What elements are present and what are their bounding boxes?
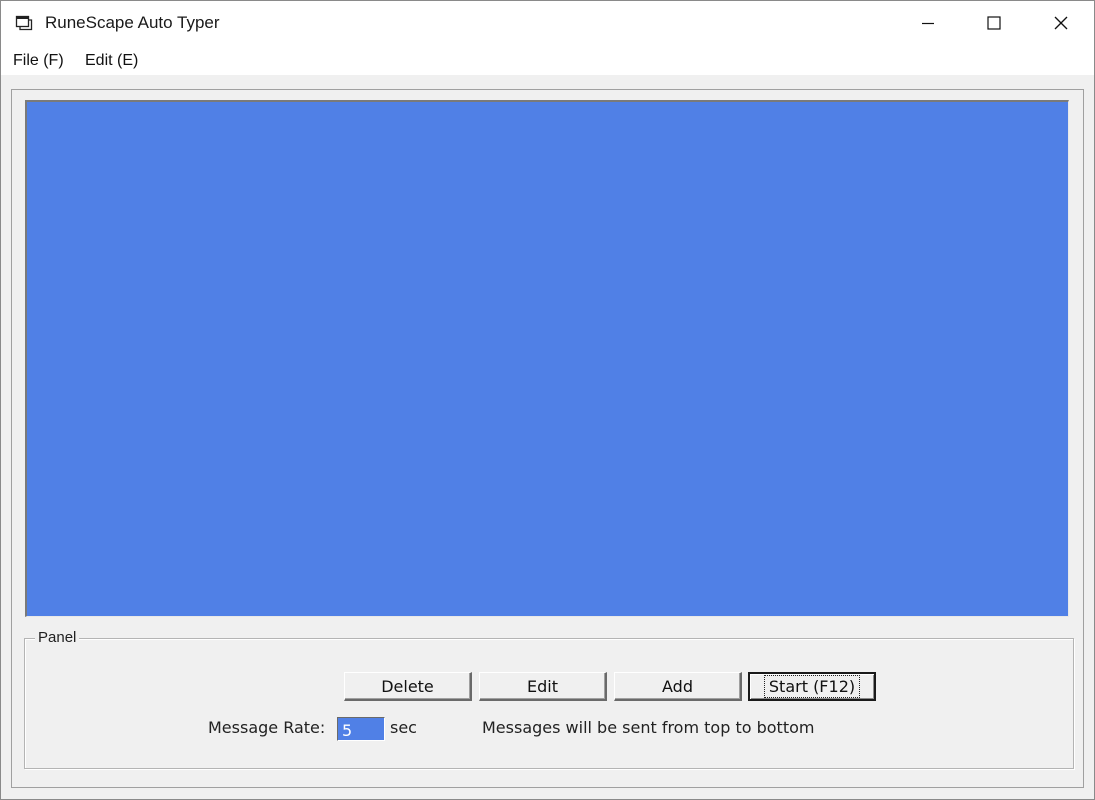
maximize-button[interactable] [961,1,1027,45]
client-area: Panel Delete Edit Add Start (F12) Messag… [1,75,1094,799]
window-title: RuneScape Auto Typer [45,13,220,32]
delete-button[interactable]: Delete [344,672,472,701]
close-icon [1054,16,1068,30]
app-window-icon [15,15,33,31]
menu-edit[interactable]: Edit (E) [85,51,138,71]
message-rate-label: Message Rate: [208,718,326,737]
add-button[interactable]: Add [614,672,742,701]
message-rate-input[interactable]: 5 [337,717,385,741]
message-rate-unit: sec [390,718,417,737]
minimize-icon [922,22,934,25]
close-button[interactable] [1028,1,1094,45]
app-window: RuneScape Auto Typer File (F) Edit (E) P [0,0,1095,800]
panel-groupbox: Panel Delete Edit Add Start (F12) Messag… [24,629,1074,769]
start-button[interactable]: Start (F12) [748,672,876,701]
menu-file[interactable]: File (F) [13,51,64,71]
title-bar[interactable]: RuneScape Auto Typer [1,1,1094,45]
start-button-label: Start (F12) [763,675,861,698]
minimize-button[interactable] [895,1,961,45]
message-list[interactable] [25,100,1069,617]
panel-label: Panel [35,629,80,646]
menu-bar: File (F) Edit (E) [1,45,1094,75]
order-note: Messages will be sent from top to bottom [482,718,815,737]
edit-button[interactable]: Edit [479,672,607,701]
maximize-icon [987,16,1001,30]
client-frame: Panel Delete Edit Add Start (F12) Messag… [11,89,1084,788]
